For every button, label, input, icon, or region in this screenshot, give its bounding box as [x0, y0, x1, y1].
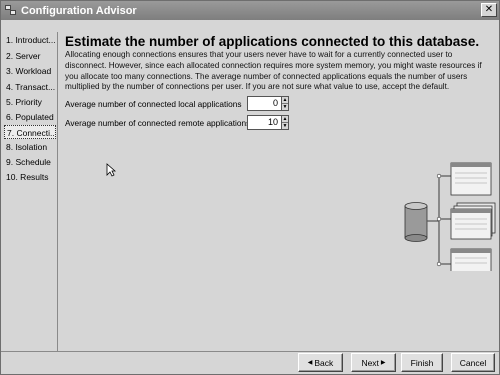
- close-icon: ✕: [484, 4, 494, 15]
- page-description: Allocating enough connections ensures th…: [65, 50, 482, 92]
- finish-button[interactable]: Finish: [401, 353, 443, 372]
- cancel-button[interactable]: Cancel: [451, 353, 495, 372]
- wizard-steps-sidebar: 1. Introduct... 2. Server 3. Workload 4.…: [3, 32, 58, 351]
- sidebar-item-populated[interactable]: 6. Populated: [6, 110, 58, 124]
- sidebar-item-schedule[interactable]: 9. Schedule: [6, 155, 58, 169]
- local-applications-spinner: 0 ▲ ▼: [247, 96, 289, 111]
- sidebar-item-connections[interactable]: 7. Connecti...: [4, 125, 56, 139]
- remote-spinner-up-icon[interactable]: ▲: [282, 116, 288, 123]
- back-arrow-icon: ◀: [307, 359, 313, 366]
- client-window-icon: [450, 248, 492, 271]
- sidebar-item-isolation[interactable]: 8. Isolation: [6, 140, 58, 154]
- sidebar-item-workload[interactable]: 3. Workload: [6, 64, 58, 78]
- back-button[interactable]: ◀ Back: [298, 353, 343, 372]
- sidebar-item-priority[interactable]: 5. Priority: [6, 95, 58, 109]
- title-bar[interactable]: Configuration Advisor ✕: [1, 1, 499, 20]
- database-clients-illustration: [404, 162, 496, 271]
- window-title: Configuration Advisor: [21, 4, 137, 17]
- local-applications-input[interactable]: 0: [247, 96, 281, 111]
- sidebar-item-server[interactable]: 2. Server: [6, 49, 58, 63]
- next-button-label: Next: [361, 357, 379, 368]
- local-spinner-down-icon[interactable]: ▼: [282, 104, 288, 110]
- page-title: Estimate the number of applications conn…: [65, 34, 480, 49]
- client-window-icon: [450, 162, 492, 196]
- remote-applications-input[interactable]: 10: [247, 115, 281, 130]
- remote-applications-label: Average number of connected remote appli…: [65, 118, 251, 128]
- next-button[interactable]: Next ▶: [351, 353, 396, 372]
- local-spinner-up-icon[interactable]: ▲: [282, 97, 288, 104]
- app-icon: [5, 5, 17, 16]
- mouse-cursor-icon: [106, 163, 116, 177]
- back-button-label: Back: [314, 357, 334, 368]
- close-button[interactable]: ✕: [481, 3, 497, 17]
- local-applications-label: Average number of connected local applic…: [65, 99, 242, 109]
- configuration-advisor-window: Configuration Advisor ✕ 1. Introduct... …: [0, 0, 500, 375]
- client-window-icon: [450, 202, 496, 240]
- sidebar-item-transactions[interactable]: 4. Transact...: [6, 80, 58, 94]
- next-arrow-icon: ▶: [380, 359, 386, 366]
- remote-applications-spinner: 10 ▲ ▼: [247, 115, 289, 130]
- database-cylinder-icon: [404, 202, 428, 242]
- remote-spinner-down-icon[interactable]: ▼: [282, 123, 288, 129]
- sidebar-item-results[interactable]: 10. Results: [6, 170, 58, 184]
- sidebar-item-introduction[interactable]: 1. Introduct...: [6, 33, 58, 47]
